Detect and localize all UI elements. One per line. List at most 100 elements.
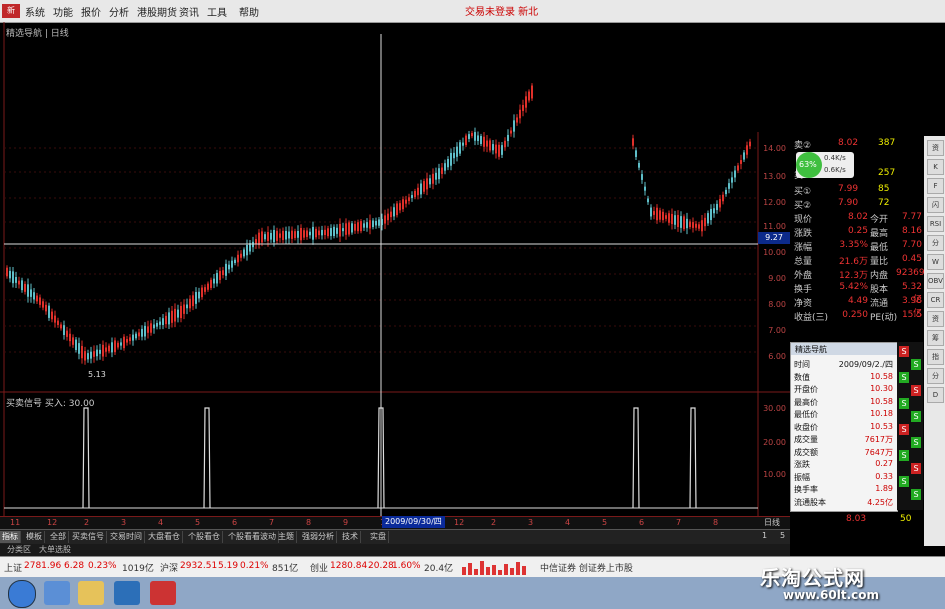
quote-value: 0.250 — [842, 310, 868, 320]
popup-title: 精选导航 — [795, 345, 827, 354]
start-button[interactable] — [8, 580, 36, 608]
candle-body — [719, 198, 721, 208]
candle-body — [213, 278, 215, 284]
tool-icon[interactable]: 资 — [927, 140, 944, 156]
candle-body — [441, 167, 443, 174]
candle-body — [384, 215, 386, 224]
menu-system[interactable]: 系统 — [22, 3, 48, 20]
candle-body — [740, 160, 742, 164]
signal-s-icon[interactable]: S — [911, 489, 921, 500]
tool-icon[interactable]: RSI — [927, 216, 944, 232]
candle-body — [656, 207, 658, 221]
candle-body — [459, 142, 461, 154]
folder-icon[interactable] — [78, 581, 104, 605]
candle-body — [662, 211, 664, 221]
date-axis-label: 4 — [565, 518, 571, 527]
signal-s-icon[interactable]: S — [899, 398, 909, 409]
tab-11[interactable]: 实盘 — [368, 531, 389, 543]
candle-body — [15, 277, 17, 283]
menu-quote[interactable]: 报价 — [78, 3, 104, 20]
candle-body — [456, 146, 458, 157]
candle-body — [303, 230, 305, 238]
menu-tools[interactable]: 工具 — [204, 3, 230, 20]
bar-info-popup: 精选导航 时间 2009/09/2./四 数值 10.58 开盘价 10.30 最高价 10.… — [790, 342, 898, 512]
signal-s-icon[interactable]: S — [911, 359, 921, 370]
news-ticker[interactable]: 中信证券 创证券上市股 — [540, 561, 633, 574]
tab-4[interactable]: 交易时间 — [108, 531, 145, 543]
subtab-bigorder[interactable]: 大单选股 — [36, 545, 74, 555]
sub-tab-strip: 分类区 大单选股 — [0, 544, 790, 556]
menu-news[interactable]: 资讯 — [176, 3, 202, 20]
candle-body — [477, 135, 479, 141]
signal-s-icon[interactable]: S — [911, 437, 921, 448]
tool-icon[interactable]: 资 — [927, 311, 944, 327]
menu-analysis[interactable]: 分析 — [106, 3, 132, 20]
tool-icon-column: 资 K F 闪 RSI 分 W OBV CR 资筹指分 D — [924, 136, 945, 546]
signal-s-icon[interactable]: S — [899, 476, 909, 487]
signal-s-icon[interactable]: S — [899, 424, 909, 435]
candle-body — [48, 305, 50, 318]
hs-index-label: 沪深 — [160, 564, 179, 574]
trading-app-icon[interactable] — [150, 581, 176, 605]
cy-index-pct: 1.60% — [392, 561, 421, 571]
ie-icon[interactable] — [44, 581, 70, 605]
menu-hk-futures[interactable]: 港股期货 — [134, 3, 180, 20]
media-icon[interactable] — [114, 581, 140, 605]
menu-help[interactable]: 帮助 — [236, 3, 262, 20]
quote-label: 现价 — [794, 215, 813, 225]
quote-label: 最高 — [870, 229, 889, 239]
candle-body — [114, 340, 116, 353]
candle-body — [743, 152, 745, 160]
signal-s-icon[interactable]: S — [911, 463, 921, 474]
subtab-category[interactable]: 分类区 — [4, 545, 34, 555]
tab-1[interactable]: 模板 — [24, 531, 45, 543]
tab-0[interactable]: 指标 — [0, 531, 21, 543]
candle-body — [6, 267, 8, 277]
tool-icon[interactable]: 分 — [927, 368, 944, 384]
tool-icon[interactable]: 分 — [927, 235, 944, 251]
tab-10[interactable]: 技术 — [340, 531, 361, 543]
candle-body — [180, 305, 182, 319]
candle-body — [525, 96, 527, 108]
watermark-url: www.60lt.com — [783, 588, 880, 602]
tab-2[interactable]: 全部 — [48, 531, 69, 543]
signal-s-icon[interactable]: S — [899, 372, 909, 383]
signal-s-icon[interactable]: S — [899, 346, 909, 357]
candle-body — [324, 229, 326, 236]
tool-icon[interactable]: F — [927, 178, 944, 194]
candle-body — [294, 231, 296, 238]
tab-9[interactable]: 强弱分析 — [300, 531, 337, 543]
kline-chart[interactable] — [0, 22, 790, 516]
candle-body — [261, 231, 263, 243]
candle-body — [267, 232, 269, 241]
candle-body — [141, 328, 143, 337]
tool-icon[interactable]: 指 — [927, 349, 944, 365]
candle-body — [270, 233, 272, 240]
date-axis-label: 4 — [158, 518, 164, 527]
tool-icon[interactable]: K — [927, 159, 944, 175]
quote-label: 净资 — [794, 299, 813, 309]
candle-body — [707, 213, 709, 224]
candle-body — [309, 231, 311, 236]
quote-value: 0.45 — [901, 254, 922, 264]
candle-body — [144, 325, 146, 337]
quote-label: 换手 — [794, 285, 813, 295]
signal-s-icon[interactable]: S — [911, 385, 921, 396]
tool-icon[interactable]: D — [927, 387, 944, 403]
candle-body — [519, 109, 521, 119]
tool-icon[interactable]: CR — [927, 292, 944, 308]
tab-6[interactable]: 个股看仓 — [186, 531, 223, 543]
tab-3[interactable]: 买卖信号 — [70, 531, 107, 543]
tool-icon[interactable]: W — [927, 254, 944, 270]
tab-5[interactable]: 大盘看仓 — [146, 531, 183, 543]
tool-icon[interactable]: OBV — [927, 273, 944, 289]
tool-icon[interactable]: 闪 — [927, 197, 944, 213]
tab-7[interactable]: 个股看看波动 — [226, 531, 279, 543]
trade-login-link[interactable]: 交易未登录 新北 — [465, 3, 538, 18]
menu-function[interactable]: 功能 — [50, 3, 76, 20]
buy2-price: 7.90 — [838, 198, 859, 208]
tab-8[interactable]: 主题 — [276, 531, 297, 543]
signal-s-icon[interactable]: S — [911, 411, 921, 422]
signal-s-icon[interactable]: S — [899, 450, 909, 461]
tool-icon[interactable]: 筹 — [927, 330, 944, 346]
